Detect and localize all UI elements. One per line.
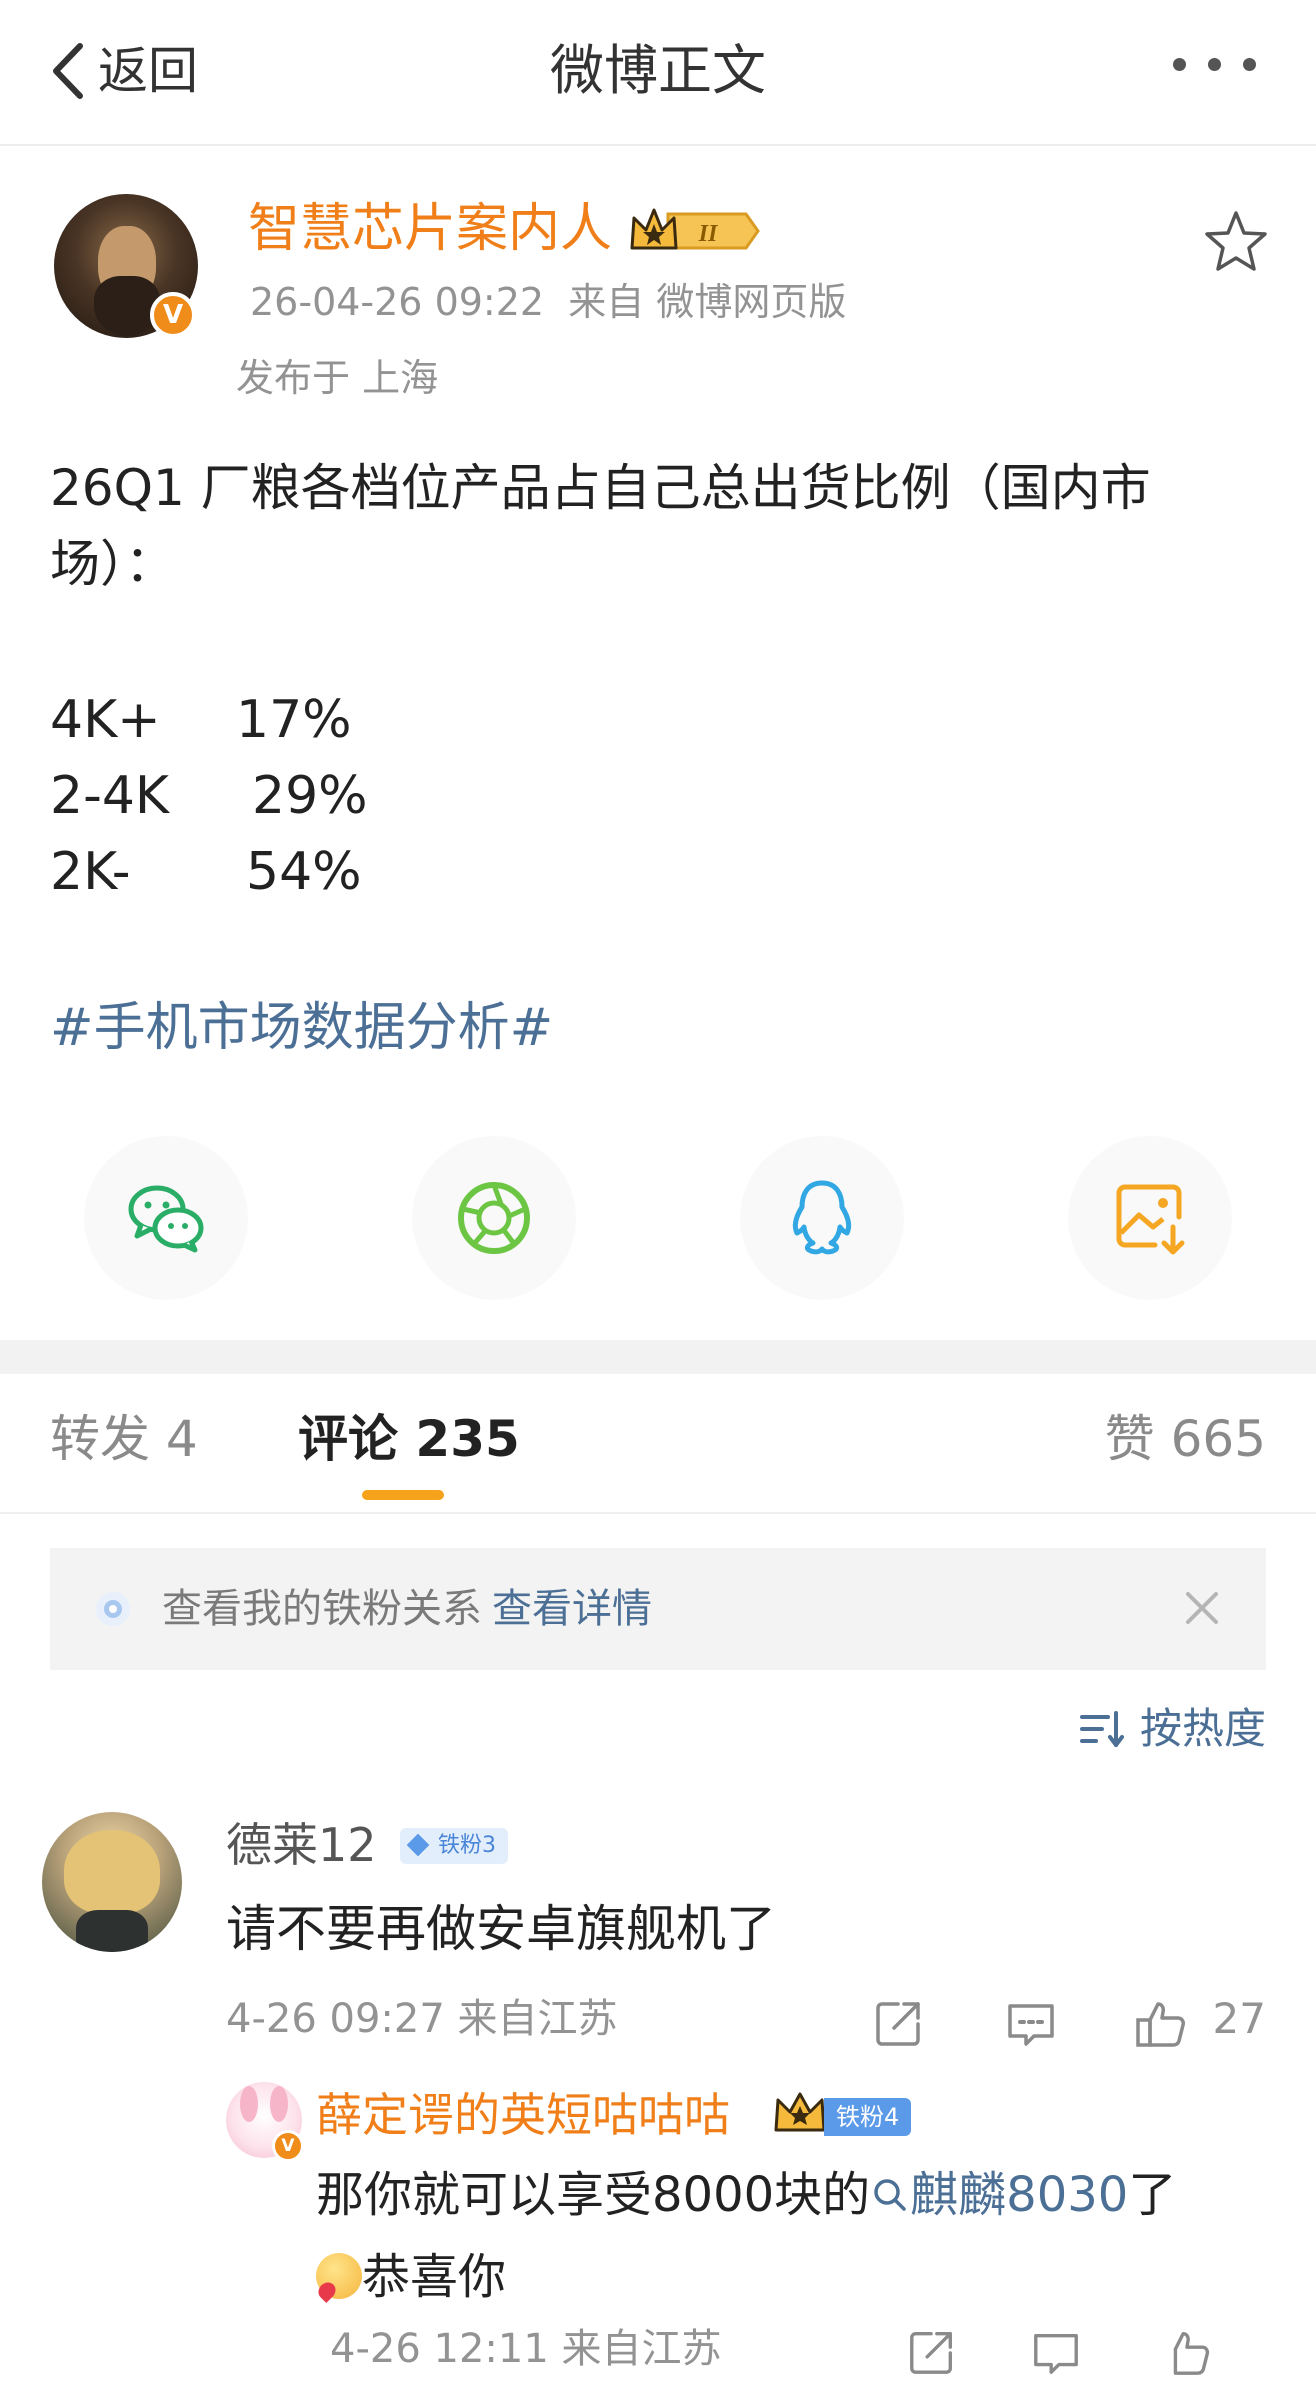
like-count: 27 (1212, 1994, 1266, 2043)
fan-relation-banner[interactable]: 查看我的铁粉关系 查看详情 (50, 1548, 1266, 1670)
comment-text: 请不要再做安卓旗舰机了 (226, 1900, 776, 1958)
reply-meta: 4-26 12:11 来自江苏 (330, 2326, 722, 2372)
reply-share-icon[interactable] (906, 2326, 958, 2378)
save-image-icon (1116, 1184, 1185, 1255)
fan-banner-label: 查看我的铁粉关系 (162, 1586, 482, 1632)
svg-text:II: II (698, 221, 719, 247)
share-wechat-button[interactable] (84, 1136, 248, 1300)
reply-text: 那你就可以享受8000块的 麒麟8030了 恭喜你 (316, 2154, 1266, 2318)
fan-banner-text: 查看我的铁粉关系 查看详情 (162, 1574, 652, 1644)
tab-comment[interactable]: 评论 235 (298, 1404, 520, 1474)
stat-label: 2-4K (50, 766, 170, 826)
verified-badge: V (150, 292, 196, 338)
sort-label: 按热度 (1139, 1704, 1266, 1753)
reply-text-part: 那你就可以享受8000块的 (316, 2167, 871, 2223)
qq-icon (792, 1180, 852, 1255)
fan-details-link[interactable]: 查看详情 (492, 1586, 652, 1632)
hashtag-link[interactable]: #手机市场数据分析# (50, 990, 553, 1066)
close-icon[interactable] (1176, 1582, 1228, 1634)
sort-button[interactable]: 按热度 (1079, 1698, 1266, 1760)
share-moments-button[interactable] (412, 1136, 576, 1300)
post-meta: 26-04-26 09:22 来自 微博网页版 (250, 276, 846, 328)
tabs-divider (0, 1512, 1316, 1514)
share-icon[interactable] (872, 1996, 926, 2050)
blushing-heart-emoji-icon (316, 2253, 362, 2299)
stat-row: 4K+ 17% (50, 682, 352, 758)
page-title: 微博正文 (550, 39, 766, 102)
stat-value: 54% (246, 842, 362, 902)
like-thumb-icon[interactable] (1134, 1996, 1188, 2050)
post-timestamp: 26-04-26 09:22 (250, 280, 545, 324)
reply-verified-badge: V (272, 2130, 304, 2162)
reply-text-part: 了 (1128, 2167, 1177, 2223)
section-divider (0, 1340, 1316, 1374)
reply-comment-icon[interactable] (1030, 2326, 1082, 2378)
reply-comment-icon[interactable] (1004, 1996, 1058, 2050)
stat-value: 29% (252, 766, 368, 826)
save-image-button[interactable] (1068, 1136, 1232, 1300)
author-name[interactable]: 智慧芯片案内人 (248, 196, 612, 262)
tab-repost[interactable]: 转发 4 (50, 1404, 198, 1474)
share-qq-button[interactable] (740, 1136, 904, 1300)
top-bar: 返回 微博正文 (0, 0, 1316, 146)
reply-fan-badge: 铁粉4 (824, 2098, 912, 2136)
crown-icon (774, 2092, 826, 2132)
search-icon (874, 2179, 906, 2211)
commenter-avatar[interactable] (42, 1812, 182, 1952)
post-content: 26Q1 厂粮各档位产品占自己总出货比例（国内市场）： (50, 459, 1151, 593)
moments-icon (458, 1182, 530, 1254)
commenter-name[interactable]: 德莱12 (226, 1812, 377, 1878)
post-source: 来自 微博网页版 (568, 280, 847, 324)
reply-like-thumb-icon[interactable] (1160, 2326, 1212, 2378)
stat-label: 2K- (50, 842, 131, 902)
post-location: 发布于 上海 (236, 356, 439, 400)
wechat-icon (128, 1185, 204, 1253)
fan-level-badge: 铁粉3 (400, 1828, 508, 1864)
diamond-sparkle-icon (96, 1592, 130, 1626)
stat-value: 17% (236, 690, 352, 750)
stat-label: 4K+ (50, 690, 161, 750)
comment-meta: 4-26 09:27 来自江苏 (226, 1996, 618, 2042)
reply-user-name[interactable]: 薛定谔的英短咕咕咕 (316, 2082, 730, 2148)
search-topic-label: 麒麟8030 (910, 2167, 1129, 2223)
stat-row: 2K- 54% (50, 834, 362, 910)
tab-like[interactable]: 赞 665 (1105, 1404, 1266, 1474)
more-horizontal-icon[interactable] (1173, 58, 1256, 71)
active-tab-indicator (362, 1490, 444, 1500)
reply-text-part: 恭喜你 (362, 2249, 507, 2305)
member-level-badge-icon[interactable]: II (628, 204, 760, 258)
stat-row: 2-4K 29% (50, 758, 368, 834)
search-topic-link[interactable]: 麒麟8030 (870, 2167, 1128, 2223)
sort-icon (1079, 1711, 1124, 1747)
favorite-star-icon[interactable] (1202, 208, 1270, 276)
